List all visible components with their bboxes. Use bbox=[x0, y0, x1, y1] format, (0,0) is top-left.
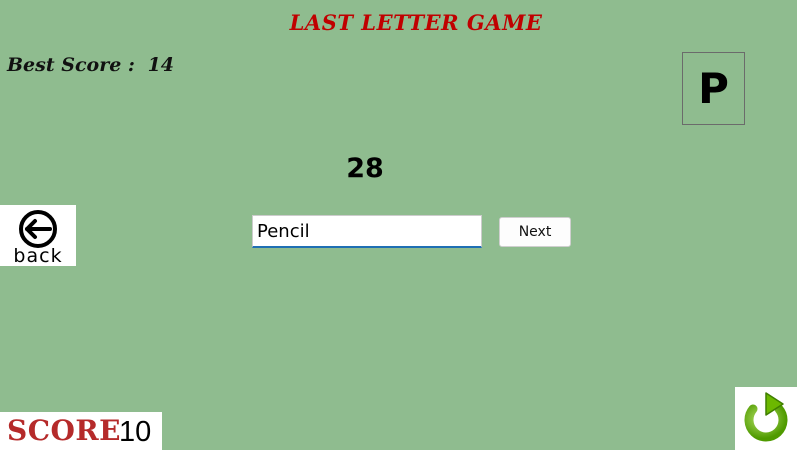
back-arrow-icon bbox=[19, 210, 57, 248]
current-letter-box: P bbox=[682, 52, 745, 125]
restart-icon bbox=[744, 392, 788, 442]
back-label: back bbox=[13, 245, 63, 267]
current-letter: P bbox=[698, 64, 729, 113]
score-panel: SCORE 10 bbox=[0, 412, 162, 450]
next-button[interactable]: Next bbox=[499, 217, 571, 247]
countdown-timer: 28 bbox=[346, 153, 384, 184]
best-score-value: 14 bbox=[147, 54, 175, 76]
score-label: SCORE bbox=[7, 414, 122, 447]
best-score: Best Score : 14 bbox=[7, 54, 174, 76]
game-title: LAST LETTER GAME bbox=[0, 10, 797, 35]
word-input[interactable] bbox=[252, 215, 482, 248]
back-button[interactable]: back bbox=[0, 205, 76, 267]
game-title-text: LAST LETTER GAME bbox=[289, 10, 543, 35]
best-score-label: Best Score : bbox=[7, 54, 135, 76]
restart-button[interactable] bbox=[735, 387, 797, 450]
score-value: 10 bbox=[119, 416, 152, 448]
